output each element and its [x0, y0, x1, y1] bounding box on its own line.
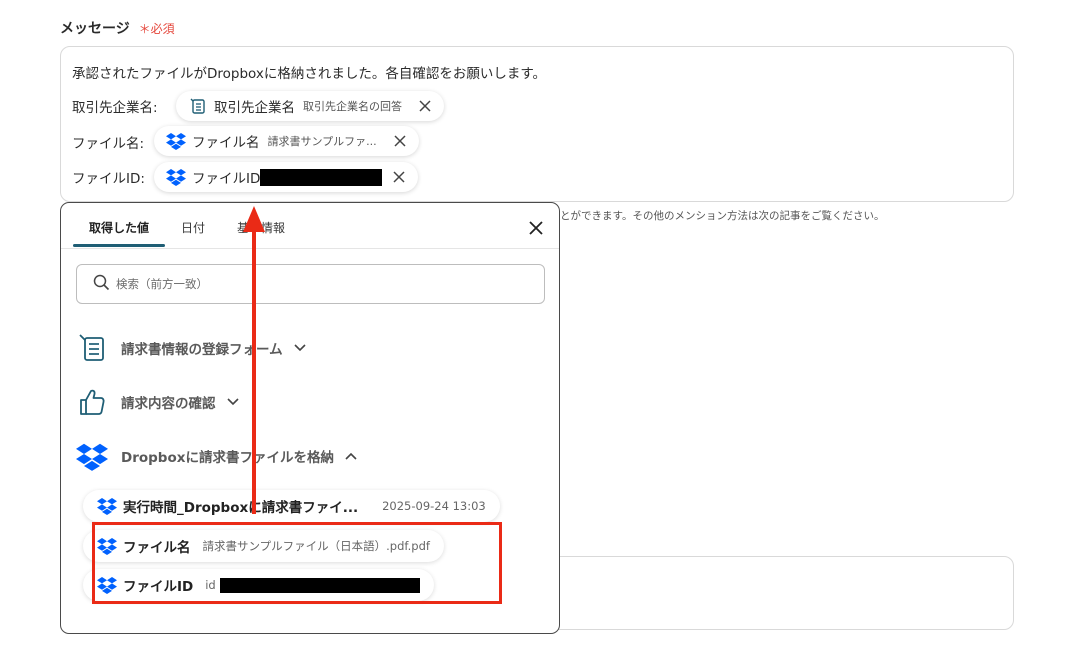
group-dropbox-store[interactable]: Dropboxに請求書ファイルを格納: [75, 439, 358, 473]
close-panel-button[interactable]: [525, 217, 547, 239]
group-billing-confirmation[interactable]: 請求内容の確認: [75, 385, 240, 419]
tab-acquired-values[interactable]: 取得した値: [89, 219, 149, 236]
remove-chip-button[interactable]: [388, 166, 410, 188]
message-field-label: メッセージ ＊必須: [60, 18, 175, 38]
mention-hint-text: とができます。その他のメンション方法は次の記事をご覧ください。: [560, 210, 885, 222]
row-label-company: 取引先企業名:: [72, 100, 158, 116]
search-placeholder: 検索（前方一致）: [116, 277, 208, 291]
active-tab-indicator: [73, 244, 165, 247]
dropbox-icon: [97, 496, 117, 516]
form-icon: [188, 96, 208, 116]
annotation-arrow: [243, 206, 265, 514]
chip-value: 請求書サンプルファ...: [267, 135, 377, 148]
group-label: Dropboxに請求書ファイルを格納: [121, 450, 334, 466]
mention-chip-file-name[interactable]: ファイル名 請求書サンプルファ...: [154, 126, 419, 156]
remove-chip-button[interactable]: [414, 95, 436, 117]
field-label-text: メッセージ: [60, 21, 130, 37]
required-indicator: ＊必須: [138, 22, 175, 36]
row-label-file-name: ファイル名:: [72, 136, 145, 152]
chip-name: 取引先企業名: [214, 100, 295, 116]
mention-chip-company[interactable]: 取引先企業名 取引先企業名の回答: [176, 91, 444, 121]
list-item-exec-time[interactable]: 実行時間_Dropboxに請求書ファイ... 2025-09-24 13:03: [83, 490, 500, 522]
redacted-value: [260, 168, 383, 186]
mention-chip-file-id[interactable]: ファイルID: [154, 162, 419, 192]
dropbox-icon: [166, 167, 186, 187]
dropbox-icon: [166, 131, 186, 151]
chip-name: ファイル名: [192, 135, 260, 151]
message-first-line: 承認されたファイルがDropboxに格納されました。各自確認をお願いします。: [72, 66, 547, 82]
form-icon: [75, 331, 109, 365]
search-input[interactable]: 検索（前方一致）: [76, 264, 545, 304]
search-icon: [93, 274, 110, 295]
group-registration-form[interactable]: 請求書情報の登録フォーム: [75, 331, 307, 365]
highlight-box: [92, 522, 502, 604]
thumbs-up-icon: [75, 385, 109, 419]
chevron-down-icon: [226, 395, 240, 409]
picker-tabs: 取得した値 日付 基本情報: [61, 203, 559, 249]
remove-chip-button[interactable]: [389, 130, 411, 152]
chip-value: 取引先企業名の回答: [303, 100, 402, 113]
group-label: 請求内容の確認: [121, 396, 216, 412]
chevron-down-icon: [293, 341, 307, 355]
row-label-file-id: ファイルID:: [72, 171, 145, 187]
tab-date[interactable]: 日付: [181, 219, 205, 236]
chip-name: ファイルID: [192, 171, 261, 187]
chevron-up-icon: [344, 449, 358, 463]
item-value: 2025-09-24 13:03: [382, 499, 486, 513]
dropbox-icon: [75, 439, 109, 473]
